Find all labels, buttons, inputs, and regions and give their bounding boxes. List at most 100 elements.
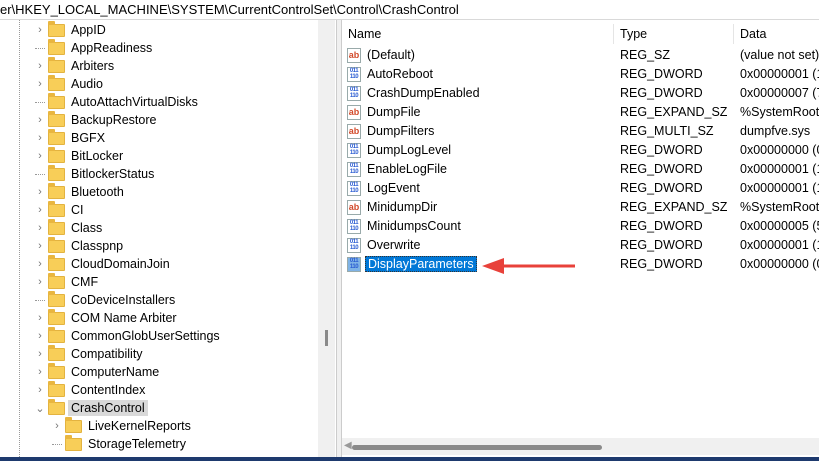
- tree-vertical-scrollbar[interactable]: [318, 20, 335, 457]
- chevron-right-icon[interactable]: ›: [35, 132, 45, 144]
- chevron-right-icon[interactable]: ›: [35, 150, 45, 162]
- chevron-right-icon[interactable]: ›: [35, 312, 45, 324]
- column-header-name[interactable]: Name: [342, 24, 614, 44]
- chevron-right-icon[interactable]: ›: [35, 60, 45, 72]
- chevron-right-icon[interactable]: ›: [35, 186, 45, 198]
- value-type: REG_DWORD: [620, 257, 703, 271]
- folder-icon: [48, 128, 65, 145]
- value-row[interactable]: 011 110 DumpLogLevel REG_DWORD 0x00000000 (0…: [342, 141, 819, 160]
- tree-item-label: CommonGlobUserSettings: [71, 329, 220, 343]
- list-horizontal-scrollbar[interactable]: ◀: [342, 438, 819, 455]
- chevron-right-icon[interactable]: ›: [35, 114, 45, 126]
- folder-icon: [48, 110, 65, 127]
- folder-icon: [48, 92, 65, 109]
- tree-item[interactable]: › Audio: [35, 74, 103, 93]
- tree-item[interactable]: › COM Name Arbiter: [35, 308, 177, 327]
- tree-item[interactable]: › CloudDomainJoin: [35, 254, 170, 273]
- folder-icon: [48, 218, 65, 235]
- tree-connector: [35, 101, 45, 103]
- tree-item[interactable]: › BackupRestore: [35, 110, 157, 129]
- tree-item[interactable]: › BGFX: [35, 128, 105, 147]
- chevron-right-icon[interactable]: ›: [35, 276, 45, 288]
- value-name: Overwrite: [367, 238, 421, 252]
- column-header-data[interactable]: Data: [734, 24, 819, 44]
- tree-item-label: CrashControl: [68, 400, 148, 416]
- tree-item-label: Audio: [71, 77, 103, 91]
- value-row[interactable]: ab MinidumpDir REG_EXPAND_SZ %SystemRoot%: [342, 198, 819, 217]
- tree-item[interactable]: CoDeviceInstallers: [35, 290, 175, 309]
- value-row[interactable]: 011 110 EnableLogFile REG_DWORD 0x00000001 (…: [342, 160, 819, 179]
- scroll-left-icon[interactable]: ◀: [344, 440, 352, 451]
- folder-icon: [48, 344, 65, 361]
- value-row[interactable]: 011 110 CrashDumpEnabled REG_DWORD 0x0000000…: [342, 84, 819, 103]
- value-data: %SystemRoot%: [740, 105, 819, 119]
- tree-item[interactable]: › BitLocker: [35, 146, 123, 165]
- value-name: DumpFilters: [367, 124, 435, 138]
- tree-item[interactable]: AutoAttachVirtualDisks: [35, 92, 198, 111]
- tree-item[interactable]: StorageTelemetry: [52, 434, 186, 453]
- chevron-right-icon[interactable]: ›: [35, 348, 45, 360]
- folder-icon: [48, 200, 65, 217]
- value-row[interactable]: ab (Default) REG_SZ (value not set): [342, 46, 819, 65]
- tree-item-label: Bluetooth: [71, 185, 124, 199]
- value-name: DisplayParameters: [365, 256, 477, 272]
- tree-item[interactable]: › Bluetooth: [35, 182, 124, 201]
- tree-item[interactable]: ⌄ CrashControl: [35, 398, 148, 417]
- tree-item[interactable]: BitlockerStatus: [35, 164, 155, 183]
- chevron-right-icon[interactable]: ›: [35, 240, 45, 252]
- tree-item[interactable]: › AppID: [35, 20, 106, 39]
- chevron-right-icon[interactable]: ›: [35, 222, 45, 234]
- tree-item[interactable]: › Class: [35, 218, 102, 237]
- tree-item-label: BackupRestore: [71, 113, 157, 127]
- values-list[interactable]: Name Type Data ab (Default) REG_SZ (value n…: [342, 20, 819, 457]
- value-row[interactable]: ab DumpFilters REG_MULTI_SZ dumpfve.sys: [342, 122, 819, 141]
- tree-item[interactable]: › CommonGlobUserSettings: [35, 326, 220, 345]
- value-name: DumpFile: [367, 105, 421, 119]
- chevron-right-icon[interactable]: ›: [35, 204, 45, 216]
- folder-icon: [48, 236, 65, 253]
- tree-connector: [35, 173, 45, 175]
- tree-item[interactable]: › ContentIndex: [35, 380, 145, 399]
- registry-tree[interactable]: › AppID AppReadiness › Arbiters › Audio AutoAtt…: [0, 20, 337, 457]
- address-bar[interactable]: er\HKEY_LOCAL_MACHINE\SYSTEM\CurrentCont…: [0, 0, 819, 20]
- value-row[interactable]: 011 110 LogEvent REG_DWORD 0x00000001 (1): [342, 179, 819, 198]
- tree-item[interactable]: AppReadiness: [35, 38, 152, 57]
- folder-icon: [65, 416, 82, 433]
- chevron-down-icon[interactable]: ⌄: [35, 402, 45, 415]
- scrollbar-thumb[interactable]: [352, 445, 602, 450]
- tree-item-label: COM Name Arbiter: [71, 311, 177, 325]
- chevron-right-icon[interactable]: ›: [35, 258, 45, 270]
- binary-value-icon: 011 110: [347, 219, 361, 234]
- value-data: %SystemRoot%: [740, 200, 819, 214]
- value-name: LogEvent: [367, 181, 420, 195]
- scrollbar-thumb[interactable]: [325, 330, 328, 346]
- column-header-type[interactable]: Type: [614, 24, 734, 44]
- string-value-icon: ab: [347, 105, 361, 120]
- binary-value-icon: 011 110: [347, 143, 361, 158]
- tree-item[interactable]: › CI: [35, 200, 84, 219]
- tree-item[interactable]: › ComputerName: [35, 362, 159, 381]
- chevron-right-icon[interactable]: ›: [52, 420, 62, 432]
- value-type: REG_EXPAND_SZ: [620, 200, 728, 214]
- tree-connector: [35, 299, 45, 301]
- tree-item[interactable]: › Classpnp: [35, 236, 123, 255]
- tree-item[interactable]: › CMF: [35, 272, 98, 291]
- red-arrow-annotation: [482, 258, 575, 274]
- value-row[interactable]: 011 110 MinidumpsCount REG_DWORD 0x00000005 …: [342, 217, 819, 236]
- tree-item[interactable]: › Arbiters: [35, 56, 114, 75]
- value-row[interactable]: 011 110 DisplayParameters REG_DWORD 0x000000…: [342, 255, 819, 274]
- chevron-right-icon[interactable]: ›: [35, 366, 45, 378]
- value-row[interactable]: 011 110 Overwrite REG_DWORD 0x00000001 (1): [342, 236, 819, 255]
- value-row[interactable]: ab DumpFile REG_EXPAND_SZ %SystemRoot%: [342, 103, 819, 122]
- tree-item[interactable]: › LiveKernelReports: [52, 416, 191, 435]
- chevron-right-icon[interactable]: ›: [35, 330, 45, 342]
- tree-item-label: CI: [71, 203, 84, 217]
- tree-item[interactable]: › Compatibility: [35, 344, 143, 363]
- chevron-right-icon[interactable]: ›: [35, 78, 45, 90]
- value-data: 0x00000000 (0): [740, 143, 819, 157]
- tree-item-label: BitlockerStatus: [71, 167, 155, 181]
- value-row[interactable]: 011 110 AutoReboot REG_DWORD 0x00000001 (1): [342, 65, 819, 84]
- chevron-right-icon[interactable]: ›: [35, 384, 45, 396]
- chevron-right-icon[interactable]: ›: [35, 24, 45, 36]
- value-data: 0x00000000 (0): [740, 257, 819, 271]
